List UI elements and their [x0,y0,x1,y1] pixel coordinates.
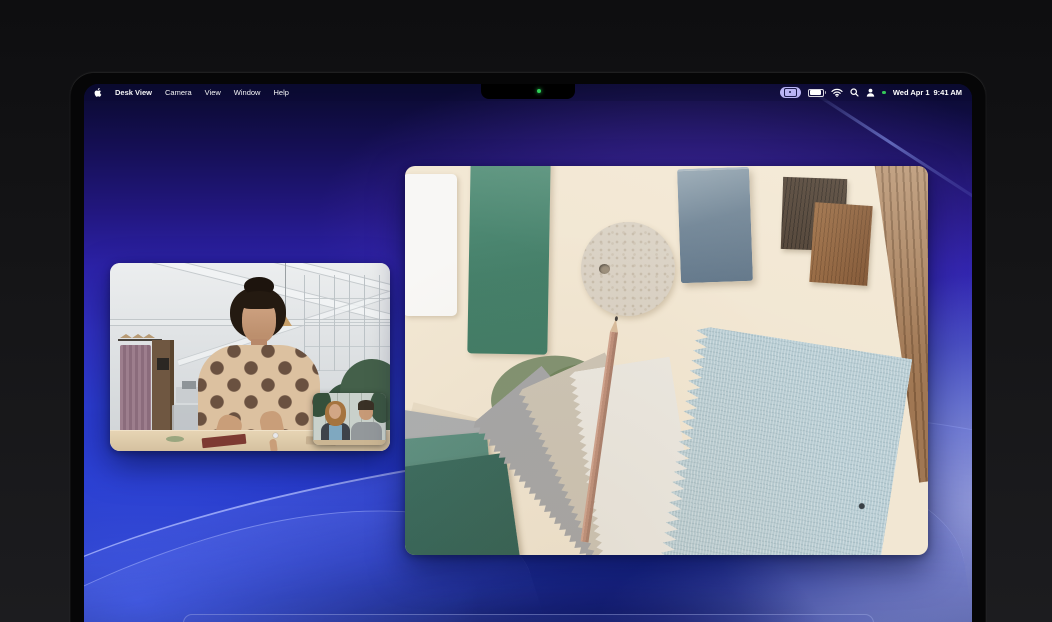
menu-bar-left: Desk View Camera View Window Help [94,88,289,97]
date-label: Wed Apr 1 [893,88,930,97]
facetime-video-window[interactable] [110,263,390,451]
camera-led-green [537,89,541,93]
menu-app-name[interactable]: Desk View [115,88,152,97]
camera-active-indicator [882,91,886,95]
blue-fabric-swatch [657,325,912,555]
desk-view-window[interactable] [405,166,928,555]
desk-leaf [166,436,184,442]
blue-gray-tile-sample [677,167,753,283]
time-label: 9:41 AM [934,88,962,97]
dark-teal-tile-sample [405,453,520,555]
fabric-snap-button [858,503,865,510]
presenter-ring [273,433,278,438]
apple-menu-icon[interactable] [94,88,102,97]
display-notch [481,84,575,99]
battery-fill [810,90,821,95]
hanging-fabric [120,345,151,441]
menu-camera[interactable]: Camera [165,88,192,97]
hanger [120,334,132,338]
laptop-bezel: Desk View Camera View Window Help [70,72,986,622]
medium-wood-sample [809,202,872,286]
pip-man-hair [358,400,374,410]
desk-view-glyph [784,88,797,97]
desk-view-active-icon[interactable] [780,87,801,98]
wifi-icon[interactable] [831,88,843,97]
hanger [143,334,155,338]
green-tile-sample [467,166,550,355]
pip-woman-face [329,404,341,419]
user-menu-icon[interactable] [866,88,875,97]
studio-window [304,275,390,371]
white-tile-sample [405,174,457,316]
menu-help[interactable]: Help [273,88,288,97]
battery-icon[interactable] [808,89,824,97]
menu-bar-clock[interactable]: Wed Apr 1 9:41 AM [893,88,962,97]
pip-desk-edge [313,440,386,445]
felt-disc-sample [581,222,675,316]
display-screen: Desk View Camera View Window Help [84,84,972,622]
felt-disc-hole [599,264,610,274]
presenter-hair-front [239,291,279,309]
search-icon[interactable] [850,88,859,97]
menu-view[interactable]: View [205,88,221,97]
partial-window-top-edge[interactable] [183,614,874,622]
studio-furniture [182,381,196,389]
cabinet [152,340,174,441]
picture-in-picture[interactable] [313,393,386,445]
battery-nub [825,91,827,94]
menu-window[interactable]: Window [234,88,261,97]
menu-bar-status: Wed Apr 1 9:41 AM [780,87,962,98]
